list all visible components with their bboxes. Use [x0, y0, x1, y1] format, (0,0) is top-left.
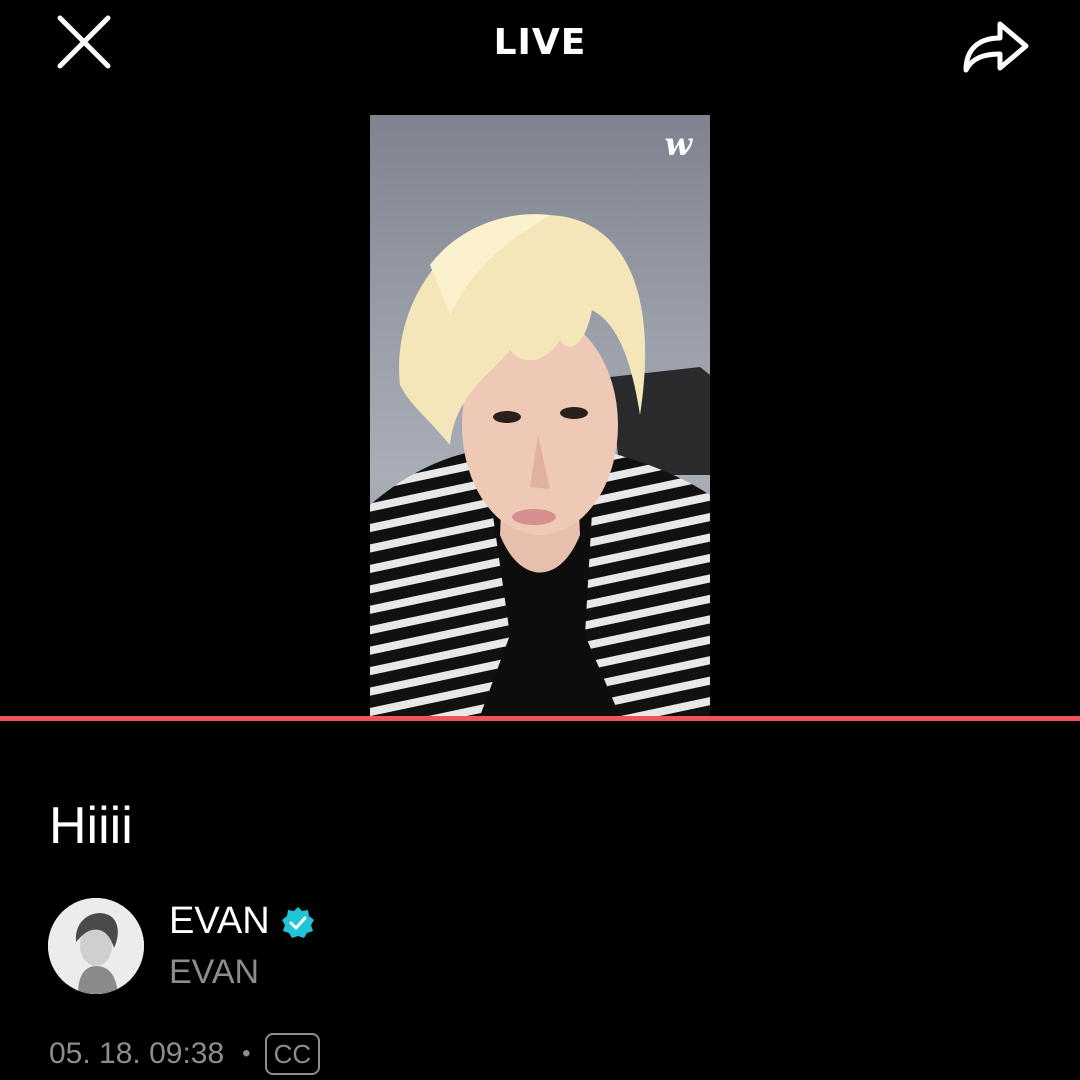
video-player[interactable]: w: [0, 115, 1080, 721]
page-title: LIVE: [493, 22, 587, 63]
verified-badge-icon: [281, 906, 315, 940]
avatar[interactable]: [48, 898, 144, 994]
separator-dot: •: [242, 1040, 251, 1067]
top-bar: LIVE: [0, 0, 1080, 90]
live-video-frame[interactable]: w: [370, 115, 710, 716]
stream-meta: 05. 18. 09:38 • CC: [49, 1033, 321, 1075]
weverse-logo: w: [664, 125, 692, 163]
artist-handle: EVAN: [169, 953, 260, 991]
stream-title: Hiiii: [49, 797, 133, 855]
video-image: [370, 214, 710, 716]
artist-name[interactable]: EVAN: [169, 900, 270, 943]
stream-date: 05. 18. 09:38: [49, 1037, 225, 1070]
progress-bar-fill: [0, 716, 1080, 721]
share-icon[interactable]: [960, 14, 1032, 78]
cc-button[interactable]: CC: [264, 1033, 321, 1075]
progress-bar[interactable]: [0, 716, 1080, 721]
